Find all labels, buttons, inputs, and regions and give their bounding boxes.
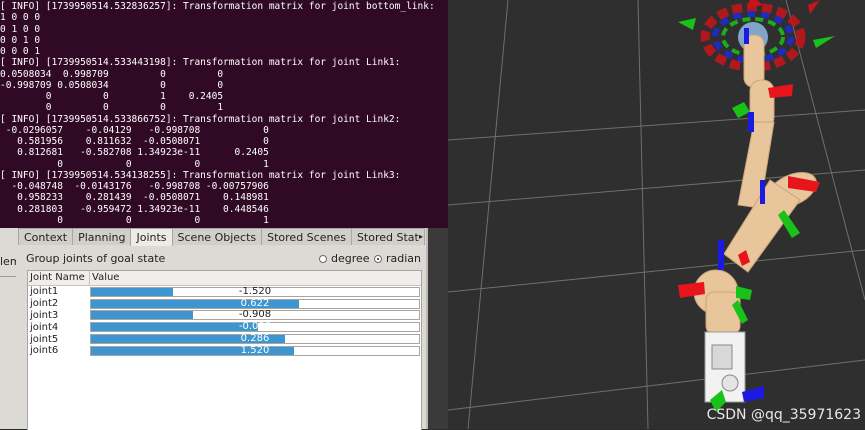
panel-splitter[interactable] [426,228,448,429]
tab-context[interactable]: Context [18,228,74,245]
joint-name: joint5 [30,333,59,345]
tab-scene-objects[interactable]: Scene Objects [171,228,263,245]
joint-value-slider[interactable]: -0.908 [90,309,420,321]
joint-value-slider[interactable]: -0.000 [90,321,420,333]
tab-stored-scenes[interactable]: Stored Scenes [261,228,352,245]
tab-stored-states[interactable]: Stored Stat [350,228,425,245]
terminal-window[interactable]: [ INFO] [1739950514.532836257]: Transfor… [0,0,456,228]
rviz-left-panel-edge: lem [0,228,21,429]
panel-border [426,228,428,429]
joint-value-text: 0.286 [240,333,270,345]
joint-name: joint4 [30,321,59,333]
joint-table-rows: joint1 -1.520 joint2 0.622 joint3 -0.908 joint… [28,286,421,357]
joint-name: joint6 [30,345,59,357]
degree-radio[interactable]: degree [319,252,370,265]
degree-radio-indicator[interactable] [319,254,327,263]
joint-value-slider[interactable]: 0.286 [90,333,420,345]
joint-table: Joint Name Value joint1 -1.520 joint2 0.622… [27,270,422,430]
tab-scroll-right-icon[interactable]: ▸ [419,228,426,245]
radian-radio[interactable]: radian [374,252,421,265]
table-row: joint4 -0.000 [28,321,421,333]
tab-planning[interactable]: Planning [72,228,132,245]
joint-value-text: -0.908 [238,309,272,321]
left-panel-divider [0,276,16,277]
joint-value-text: -1.520 [238,285,272,297]
joint-value-slider[interactable]: 0.622 [90,297,420,309]
rviz-3d-view[interactable]: CSDN @qq_35971623 [448,0,865,429]
radian-radio-indicator[interactable] [374,254,382,263]
radian-radio-label: radian [386,252,422,265]
table-row: joint1 -1.520 [28,286,421,298]
joint-name: joint3 [30,309,59,321]
panel-tab-bar: Context Planning Joints Scene Objects St… [18,228,425,246]
degree-radio-label: degree [331,252,370,265]
column-header-value[interactable]: Value [90,271,421,285]
joint-value-text: 1.520 [240,344,270,356]
robot-base [704,331,746,403]
ground-grid [448,0,865,429]
joint-table-header: Joint Name Value [28,271,421,286]
joint-name: joint2 [30,298,59,310]
robot-scene[interactable] [448,0,865,429]
joint-value-text: -0.000 [238,321,272,333]
group-label: Group joints of goal state [26,252,166,265]
watermark: CSDN @qq_35971623 [706,407,861,423]
table-row: joint6 1.520 [28,345,421,357]
joint-value-slider[interactable]: 1.520 [90,344,420,356]
joint-name: joint1 [30,286,59,298]
tab-joints[interactable]: Joints [130,228,173,246]
table-row: joint3 -0.908 [28,310,421,322]
column-header-joint-name[interactable]: Joint Name [28,271,90,285]
terminal-output: [ INFO] [1739950514.532836257]: Transfor… [0,1,435,226]
table-row: joint2 0.622 [28,298,421,310]
joint-value-text: 0.622 [240,297,270,309]
joint-value-slider[interactable]: -1.520 [90,285,420,297]
motion-planning-panel: Context Planning Joints Scene Objects St… [16,228,426,430]
table-row: joint5 0.286 [28,333,421,345]
